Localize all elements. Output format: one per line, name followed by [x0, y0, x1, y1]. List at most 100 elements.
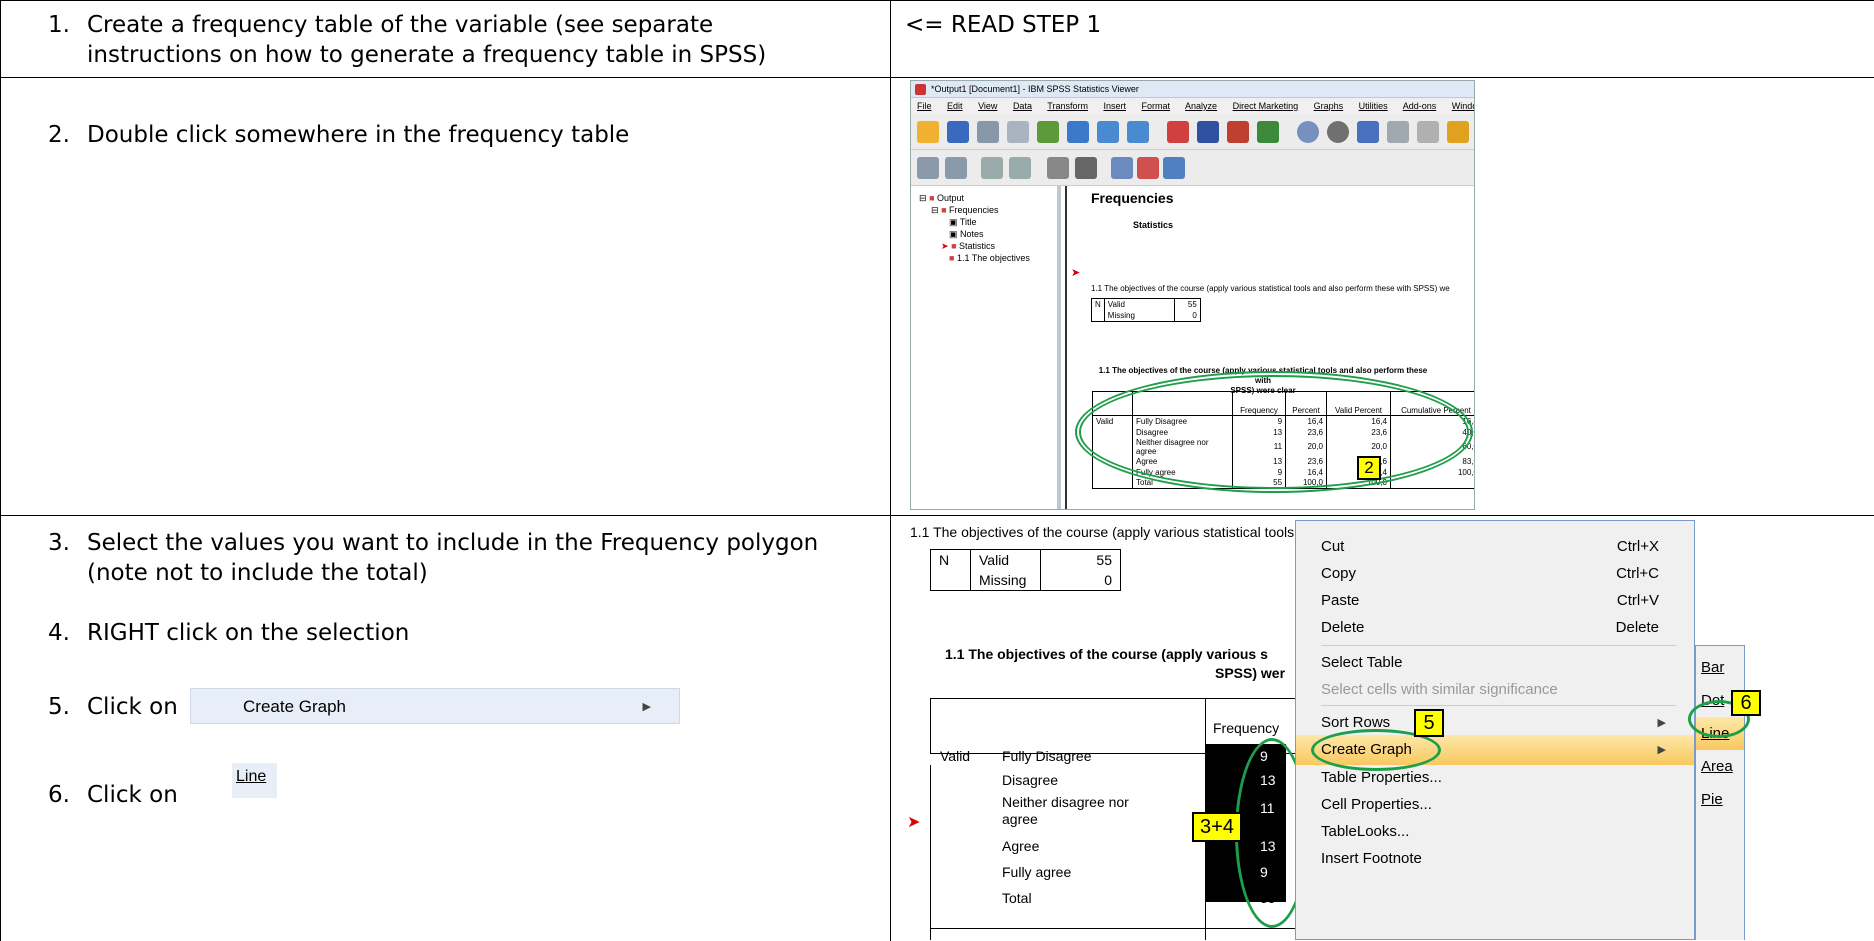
window-title: *Output1 [Document1] - IBM SPSS Statisti… — [931, 84, 1139, 94]
insert-title-icon[interactable] — [1137, 157, 1159, 179]
use-sets-icon[interactable] — [1297, 121, 1319, 143]
insert-text-icon[interactable] — [1163, 157, 1185, 179]
read-step-note: <= READ STEP 1 — [905, 12, 1102, 38]
menu-shortcut: Ctrl+V — [1616, 592, 1659, 609]
step-text: Create a frequency table of the variable… — [87, 10, 766, 70]
missing-label: Missing — [1103, 310, 1175, 322]
submenu-item-pie[interactable]: Pie — [1696, 783, 1744, 816]
designate-window-icon[interactable] — [1387, 121, 1409, 143]
open-folder-icon[interactable] — [917, 121, 939, 143]
goto-data-icon[interactable] — [1167, 121, 1189, 143]
step-text: Click on — [87, 782, 178, 808]
menu-separator — [1321, 645, 1676, 646]
menu-item-insert-footnote[interactable]: Insert Footnote — [1296, 844, 1694, 874]
arrow-left-icon[interactable] — [917, 157, 939, 179]
step-text: Double click somewhere in the frequency … — [87, 122, 630, 148]
output-icon[interactable] — [1417, 121, 1439, 143]
cell-cumulative-percent[interactable] — [1389, 477, 1474, 489]
row-label: Fully Disagree — [1002, 748, 1092, 764]
step-number: 1. — [48, 12, 70, 38]
statistics-heading: Statistics — [1133, 220, 1174, 230]
show-all-icon[interactable] — [1327, 121, 1349, 143]
tree-node-title[interactable]: ▣ Title — [949, 216, 977, 228]
create-graph-label: Create Graph — [243, 697, 346, 716]
export-icon[interactable] — [1037, 121, 1059, 143]
scripting-icon[interactable] — [1357, 121, 1379, 143]
variables-icon[interactable] — [1257, 121, 1279, 143]
menu-label: Select Table — [1321, 654, 1403, 671]
output-pane: Frequencies Statistics ➤ 1.1 The objecti… — [1065, 186, 1474, 509]
spss-viewer-screenshot: *Output1 [Document1] - IBM SPSS Statisti… — [910, 80, 1475, 510]
menu-label: Select cells with similar significance — [1321, 681, 1558, 698]
step-text: Select the values you want to include in… — [87, 528, 818, 588]
submenu-item-bar[interactable]: Bar — [1696, 651, 1744, 684]
hide-icon[interactable] — [1075, 157, 1097, 179]
menu-format[interactable]: Format — [1142, 101, 1171, 111]
goto-variable-icon[interactable] — [1227, 121, 1249, 143]
submenu-item-area[interactable]: Area — [1696, 750, 1744, 783]
create-graph-menu-item-sample[interactable]: Create Graph ▶ — [190, 688, 680, 724]
submenu-arrow-icon: ▶ — [642, 701, 651, 713]
menu-item-cut[interactable]: Cut Ctrl+X — [1296, 532, 1694, 562]
frequency-table-title: 1.1 The objectives of the course (apply … — [945, 646, 1268, 662]
expand-icon[interactable] — [981, 157, 1003, 179]
menu-edit[interactable]: Edit — [947, 101, 963, 111]
menu-item-select-table[interactable]: Select Table — [1296, 648, 1694, 678]
collapse-icon[interactable] — [1009, 157, 1031, 179]
menu-utilities[interactable]: Utilities — [1359, 101, 1388, 111]
menu-item-tablelooks[interactable]: TableLooks... — [1296, 817, 1694, 847]
tree-node-output[interactable]: ⊟ ■ Output — [919, 192, 964, 204]
menu-view[interactable]: View — [978, 101, 997, 111]
menu-item-cell-properties[interactable]: Cell Properties... — [1296, 790, 1694, 820]
show-icon[interactable] — [1047, 157, 1069, 179]
more-icon[interactable] — [1447, 121, 1469, 143]
tree-label: Notes — [960, 229, 984, 239]
menu-item-paste[interactable]: Paste Ctrl+V — [1296, 586, 1694, 616]
menu-label: TableLooks... — [1321, 823, 1410, 840]
print-icon[interactable] — [977, 121, 999, 143]
menu-file[interactable]: File — [917, 101, 932, 111]
menu-item-delete[interactable]: Delete Delete — [1296, 613, 1694, 643]
print-preview-icon[interactable] — [1007, 121, 1029, 143]
tree-node-frequencies[interactable]: ⊟ ■ Frequencies — [931, 204, 999, 216]
table-icon: ■ — [951, 241, 957, 251]
menu-window[interactable]: Window — [1452, 101, 1474, 111]
tree-label: Statistics — [959, 241, 996, 251]
step-1: 1. Create a frequency table of the varia… — [30, 10, 880, 72]
step-line: Create a frequency table of the variable… — [87, 12, 714, 38]
tree-node-notes[interactable]: ▣ Notes — [949, 228, 984, 240]
red-arrow-icon: ➤ — [1071, 267, 1081, 279]
table-bottom-line — [930, 928, 1310, 929]
menu-label: Table Properties... — [1321, 769, 1442, 786]
menu-separator — [1321, 705, 1676, 706]
valid-label: Valid — [1103, 298, 1175, 310]
menu-direct-marketing[interactable]: Direct Marketing — [1233, 101, 1299, 111]
valid-count: 55 — [1040, 549, 1121, 570]
goto-case-icon[interactable] — [1197, 121, 1219, 143]
submenu-arrow-icon: ▶ — [1657, 744, 1666, 756]
menu-analyze[interactable]: Analyze — [1185, 101, 1217, 111]
menu-data[interactable]: Data — [1013, 101, 1032, 111]
n-label: N — [930, 549, 971, 570]
undo-icon[interactable] — [1097, 121, 1119, 143]
frequency-table-title-line2: SPSS) wer — [1215, 665, 1286, 681]
dialog-recall-icon[interactable] — [1067, 121, 1089, 143]
context-menu: Cut Ctrl+X Copy Ctrl+C Paste Ctrl+V Delete D… — [1295, 520, 1695, 940]
tree-node-statistics[interactable]: ➤ ■ Statistics — [941, 240, 995, 252]
frequency-header: Frequency — [1213, 720, 1280, 736]
menu-graphs[interactable]: Graphs — [1314, 101, 1344, 111]
blank-cell — [1091, 310, 1105, 322]
tree-node-objectives[interactable]: ■ 1.1 The objectives — [949, 252, 1030, 264]
row-label: agree — [1002, 811, 1038, 827]
arrow-right-icon[interactable] — [945, 157, 967, 179]
save-icon[interactable] — [947, 121, 969, 143]
insert-heading-icon[interactable] — [1111, 157, 1133, 179]
menu-transform[interactable]: Transform — [1047, 101, 1088, 111]
redo-icon[interactable] — [1127, 121, 1149, 143]
menu-add-ons[interactable]: Add-ons — [1403, 101, 1437, 111]
menu-insert[interactable]: Insert — [1103, 101, 1126, 111]
line-menu-item-sample[interactable]: Line — [232, 763, 277, 798]
step-badge-2: 2 — [1357, 456, 1381, 480]
menu-item-copy[interactable]: Copy Ctrl+C — [1296, 559, 1694, 589]
row-divider-1 — [0, 77, 1874, 78]
